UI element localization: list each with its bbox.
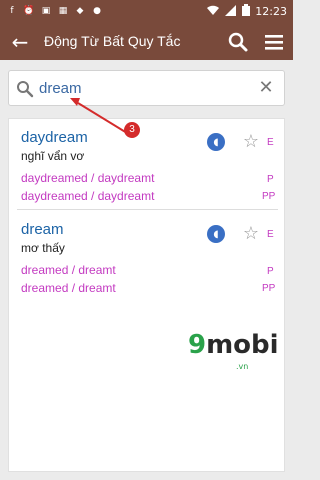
tag-base: E [267,137,274,148]
search-box: ✕ [8,70,285,106]
close-icon: ✕ [258,77,274,98]
past-form: daydreamed / daydreamt [21,171,155,185]
status-icons-right: 12:23 [206,4,287,19]
image-icon: ▣ [41,6,51,16]
favorite-button[interactable]: ☆ [241,132,261,152]
status-time: 12:23 [255,5,287,18]
verb-word: daydream [21,129,88,146]
status-icons-left: f ⏰ ▣ ▦ ◆ ● [6,5,103,17]
verb-word: dream [21,221,64,238]
notification-icon: ● [93,6,101,16]
pronounce-button[interactable]: ◖ [207,225,225,243]
tag-pp: PP [262,283,276,294]
calendar-icon: ▦ [58,6,68,16]
verb-meaning: nghĩ vẩn vơ [21,149,85,163]
search-input[interactable] [39,77,239,99]
signal-icon [225,4,237,19]
past-participle-form: dreamed / dreamt [21,281,116,295]
clear-search-button[interactable]: ✕ [256,78,276,98]
watermark-brand: 9mobi [188,330,279,360]
speaker-icon: ◖ [213,136,219,148]
wifi-icon [206,5,220,19]
search-icon [228,32,248,52]
past-participle-form: daydreamed / daydreamt [21,189,155,203]
arrow-left-icon: ← [11,30,29,54]
star-icon: ☆ [242,223,260,244]
tag-pp: PP [262,191,276,202]
watermark-domain: .vn [236,362,249,371]
speaker-icon: ◖ [213,228,219,240]
app-icon: ◆ [76,6,84,16]
past-form: dreamed / dreamt [21,263,116,277]
battery-icon [242,4,251,19]
app-bar: ← Động Từ Bất Quy Tắc [0,24,293,60]
tag-base: E [267,229,274,240]
menu-button[interactable] [262,30,286,54]
verb-meaning: mơ thấy [21,241,65,255]
facebook-icon: f [10,6,14,16]
search-button[interactable] [226,30,250,54]
list-item[interactable]: daydream nghĩ vẩn vơ daydreamed / daydre… [9,129,286,215]
app-title: Động Từ Bất Quy Tắc [44,33,181,49]
star-icon: ☆ [242,131,260,152]
pronounce-button[interactable]: ◖ [207,133,225,151]
watermark-logo: 9mobi .vn [176,322,286,372]
back-button[interactable]: ← [8,30,32,54]
favorite-button[interactable]: ☆ [241,224,261,244]
divider [17,209,278,210]
step-marker: 3 [124,122,140,138]
results-list: daydream nghĩ vẩn vơ daydreamed / daydre… [8,118,285,472]
alarm-icon: ⏰ [23,6,35,16]
tag-past: P [267,174,274,185]
tag-past: P [267,266,274,277]
search-icon [17,81,34,98]
status-bar: f ⏰ ▣ ▦ ◆ ● 12:23 [0,0,293,24]
menu-icon [265,35,283,50]
list-item[interactable]: dream mơ thấy dreamed / dreamt dreamed /… [9,221,286,307]
